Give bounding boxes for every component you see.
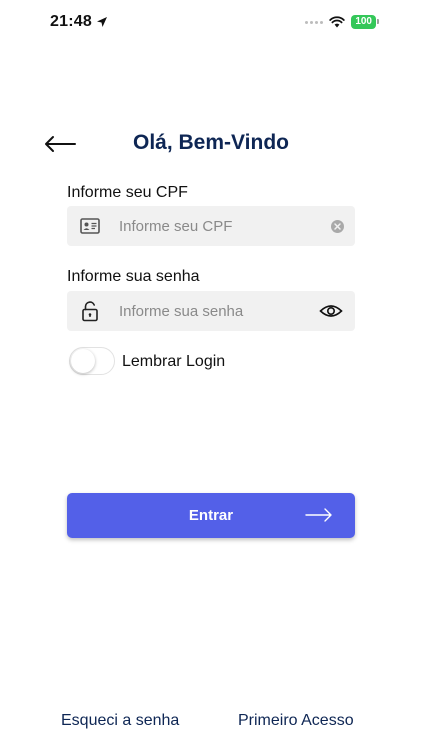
status-bar: 21:48 100 bbox=[0, 0, 422, 46]
id-card-icon bbox=[80, 218, 100, 234]
password-input[interactable] bbox=[119, 291, 309, 331]
signal-icon bbox=[305, 20, 324, 24]
page-title: Olá, Bem-Vindo bbox=[133, 131, 289, 154]
clear-icon[interactable] bbox=[331, 220, 344, 233]
cpf-field[interactable] bbox=[67, 206, 355, 246]
cpf-label: Informe seu CPF bbox=[67, 184, 188, 201]
password-field[interactable] bbox=[67, 291, 355, 331]
battery-icon: 100 bbox=[351, 15, 379, 29]
password-label: Informe sua senha bbox=[67, 268, 200, 285]
cpf-input[interactable] bbox=[119, 206, 309, 246]
eye-icon[interactable] bbox=[319, 302, 343, 320]
status-time: 21:48 bbox=[50, 13, 108, 31]
login-button[interactable]: Entrar bbox=[67, 493, 355, 538]
status-indicators: 100 bbox=[305, 15, 379, 29]
remember-login-label: Lembrar Login bbox=[122, 353, 226, 370]
arrow-right-icon bbox=[305, 508, 332, 522]
location-arrow-icon bbox=[96, 17, 107, 27]
toggle-knob bbox=[71, 349, 95, 373]
unlock-icon bbox=[82, 301, 98, 322]
first-access-link[interactable]: Primeiro Acesso bbox=[238, 712, 354, 730]
remember-login-toggle[interactable] bbox=[69, 347, 115, 375]
wifi-icon bbox=[329, 16, 346, 28]
forgot-password-link[interactable]: Esqueci a senha bbox=[61, 712, 179, 730]
status-time-text: 21:48 bbox=[50, 13, 92, 30]
